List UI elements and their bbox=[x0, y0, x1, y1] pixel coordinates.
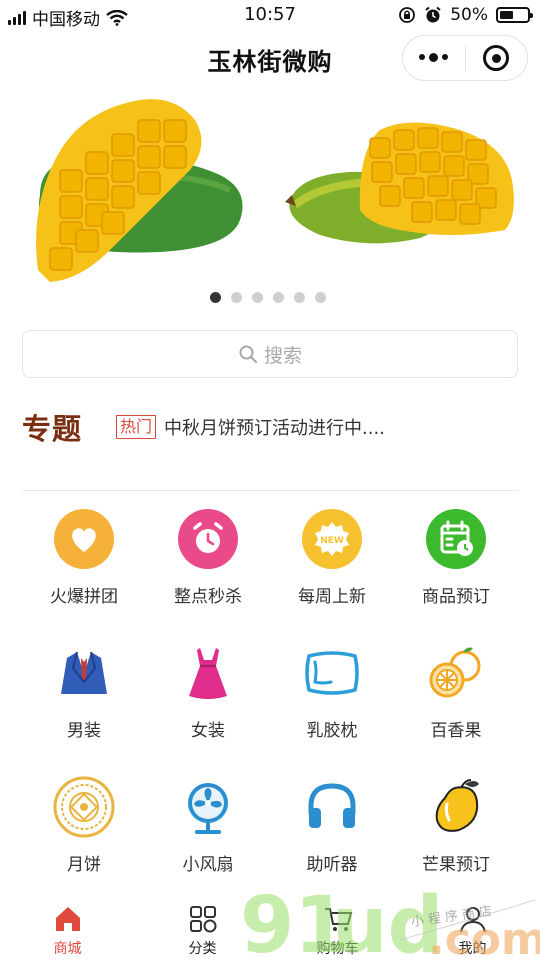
battery-icon bbox=[496, 7, 533, 23]
mooncake-icon bbox=[53, 776, 115, 838]
mini-program-capsule bbox=[402, 35, 528, 81]
mango-left bbox=[36, 99, 243, 283]
mango-right bbox=[285, 122, 514, 244]
category-item[interactable]: 商品预订 bbox=[394, 508, 518, 642]
mango-icon bbox=[425, 776, 487, 838]
headphones-icon bbox=[301, 776, 363, 838]
home-icon bbox=[51, 902, 85, 936]
topic-title: 专题 bbox=[22, 412, 83, 446]
carousel-dot bbox=[273, 292, 284, 303]
passion-fruit-icon bbox=[425, 642, 487, 704]
svg-text:NEW: NEW bbox=[320, 536, 344, 546]
mango-banner-image bbox=[36, 99, 514, 283]
tab-grid[interactable]: 分类 bbox=[135, 896, 270, 960]
tab-label: 商城 bbox=[53, 941, 82, 957]
fan-icon bbox=[177, 776, 239, 838]
category-label: 小风扇 bbox=[182, 855, 234, 875]
category-item[interactable]: 火爆拼团 bbox=[22, 508, 146, 642]
category-label: 火爆拼团 bbox=[50, 587, 118, 607]
hot-tag: 热门 bbox=[116, 415, 157, 439]
target-icon bbox=[483, 45, 510, 71]
tab-user[interactable]: 我的 bbox=[405, 896, 540, 960]
category-item[interactable]: 男装 bbox=[22, 642, 146, 776]
tab-label: 我的 bbox=[458, 941, 487, 957]
tab-bar: 商城 分类 购物车 我的 bbox=[0, 896, 540, 960]
search-bar[interactable]: 搜索 bbox=[22, 330, 518, 378]
category-item[interactable]: NEW 每周上新 bbox=[270, 508, 394, 642]
carousel-dot bbox=[315, 292, 326, 303]
suit-icon bbox=[53, 642, 115, 704]
category-item[interactable]: 助听器 bbox=[270, 776, 394, 910]
dress-icon bbox=[177, 642, 239, 704]
category-item[interactable]: 百香果 bbox=[394, 642, 518, 776]
section-divider bbox=[22, 490, 518, 491]
alarm-icon bbox=[425, 6, 441, 23]
category-label: 芒果预订 bbox=[422, 855, 490, 875]
category-item[interactable]: 整点秒杀 bbox=[146, 508, 270, 642]
search-icon bbox=[239, 345, 258, 364]
alarm-clock-icon bbox=[177, 508, 239, 570]
carousel-dot bbox=[294, 292, 305, 303]
carousel-dot bbox=[210, 292, 221, 303]
topic-announcement[interactable]: 中秋月饼预订活动进行中.... bbox=[164, 414, 385, 440]
rotation-lock-icon bbox=[399, 7, 416, 23]
carousel-dot bbox=[231, 292, 242, 303]
category-grid: 火爆拼团 整点秒杀 NEW 每周上新 商品预订男装 女装 乳胶枕 百香果月饼 小风扇 助听器 芒果预… bbox=[22, 508, 518, 910]
category-label: 月饼 bbox=[67, 855, 101, 875]
category-item[interactable]: 月饼 bbox=[22, 776, 146, 910]
heart-icon bbox=[53, 508, 115, 570]
calendar-icon bbox=[425, 508, 487, 570]
carousel-indicator bbox=[0, 292, 540, 303]
category-label: 助听器 bbox=[306, 855, 358, 875]
search-placeholder: 搜索 bbox=[263, 344, 302, 367]
category-label: 每周上新 bbox=[298, 587, 366, 607]
tab-home[interactable]: 商城 bbox=[0, 896, 135, 960]
category-label: 女装 bbox=[191, 721, 225, 741]
grid-icon bbox=[186, 902, 220, 936]
tab-label: 购物车 bbox=[316, 941, 359, 957]
banner-carousel[interactable] bbox=[0, 90, 540, 290]
user-icon bbox=[456, 902, 490, 936]
battery-percent: 50% bbox=[450, 5, 488, 25]
category-item[interactable]: 小风扇 bbox=[146, 776, 270, 910]
topic-row[interactable]: 专题 热门 中秋月饼预订活动进行中.... bbox=[22, 405, 385, 449]
status-bar: 中国移动 10:57 50% bbox=[0, 0, 540, 32]
category-label: 整点秒杀 bbox=[174, 587, 242, 607]
close-button[interactable] bbox=[466, 36, 528, 80]
category-label: 百香果 bbox=[430, 721, 482, 741]
cart-icon bbox=[321, 902, 355, 936]
category-item[interactable]: 女装 bbox=[146, 642, 270, 776]
carousel-dot bbox=[252, 292, 263, 303]
tab-cart[interactable]: 购物车 bbox=[270, 896, 405, 960]
category-item[interactable]: 乳胶枕 bbox=[270, 642, 394, 776]
more-button[interactable] bbox=[403, 36, 465, 80]
new-badge-icon: NEW bbox=[301, 508, 363, 570]
category-item[interactable]: 芒果预订 bbox=[394, 776, 518, 910]
category-label: 商品预订 bbox=[422, 587, 490, 607]
status-right: 50% bbox=[398, 5, 533, 25]
pillow-icon bbox=[301, 642, 363, 704]
category-label: 乳胶枕 bbox=[306, 721, 358, 741]
tab-label: 分类 bbox=[188, 941, 217, 957]
more-dots-icon bbox=[419, 52, 449, 62]
category-label: 男装 bbox=[67, 721, 101, 741]
